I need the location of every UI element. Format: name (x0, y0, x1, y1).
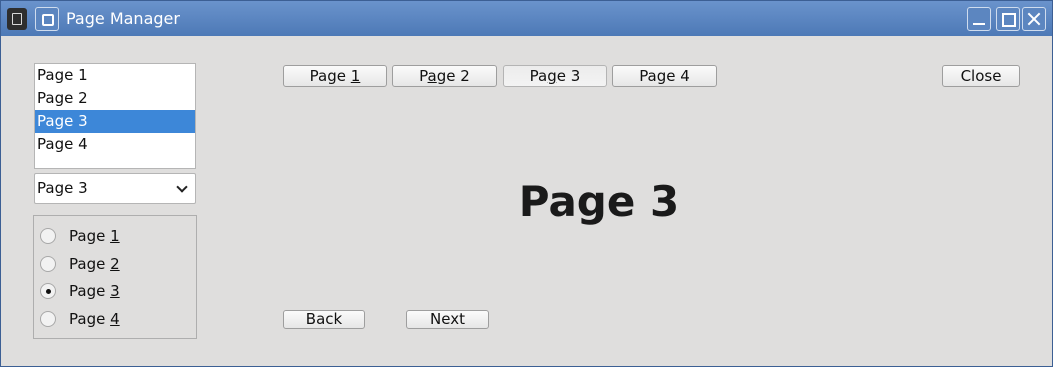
maximize-icon[interactable] (996, 7, 1020, 31)
back-button[interactable]: Back (283, 310, 365, 329)
list-item-page-1[interactable]: Page 1 (35, 64, 195, 87)
radio-label: Page 2 (69, 255, 120, 273)
radio-label: Page 4 (69, 310, 120, 328)
page-manager-window: Page Manager Page 1 Page 2 Page 3 Page 4… (0, 0, 1053, 367)
combo-value: Page 3 (37, 179, 88, 197)
page-listbox[interactable]: Page 1 Page 2 Page 3 Page 4 (34, 63, 196, 169)
close-button[interactable]: Close (942, 65, 1020, 87)
radio-button-icon[interactable] (40, 256, 56, 272)
next-button[interactable]: Next (406, 310, 489, 329)
close-window-icon[interactable] (1022, 7, 1046, 31)
list-item-page-3[interactable]: Page 3 (35, 110, 195, 133)
minimize-icon[interactable] (967, 7, 991, 31)
radio-button-icon[interactable] (40, 228, 56, 244)
radio-button-icon[interactable] (40, 311, 56, 327)
page-radio-group: Page 1 Page 2 Page 3 Page 4 (33, 215, 197, 339)
tab-page-3-button[interactable]: Page 3 (503, 65, 607, 87)
window-menu-icon[interactable] (35, 7, 59, 31)
title-bar[interactable]: Page Manager (1, 1, 1052, 36)
tab-page-2-button[interactable]: Page 2 (392, 65, 497, 87)
page-combo-box[interactable]: Page 3 (34, 173, 196, 204)
tab-page-1-button[interactable]: Page 1 (283, 65, 387, 87)
app-icon (7, 8, 27, 30)
list-item-page-4[interactable]: Page 4 (35, 133, 195, 156)
chevron-down-icon (176, 181, 188, 193)
radio-label: Page 3 (69, 282, 120, 300)
window-title: Page Manager (66, 9, 180, 28)
radio-button-checked-icon[interactable] (40, 283, 56, 299)
page-heading: Page 3 (518, 177, 680, 226)
list-item-page-2[interactable]: Page 2 (35, 87, 195, 110)
radio-label: Page 1 (69, 227, 120, 245)
tab-page-4-button[interactable]: Page 4 (612, 65, 717, 87)
